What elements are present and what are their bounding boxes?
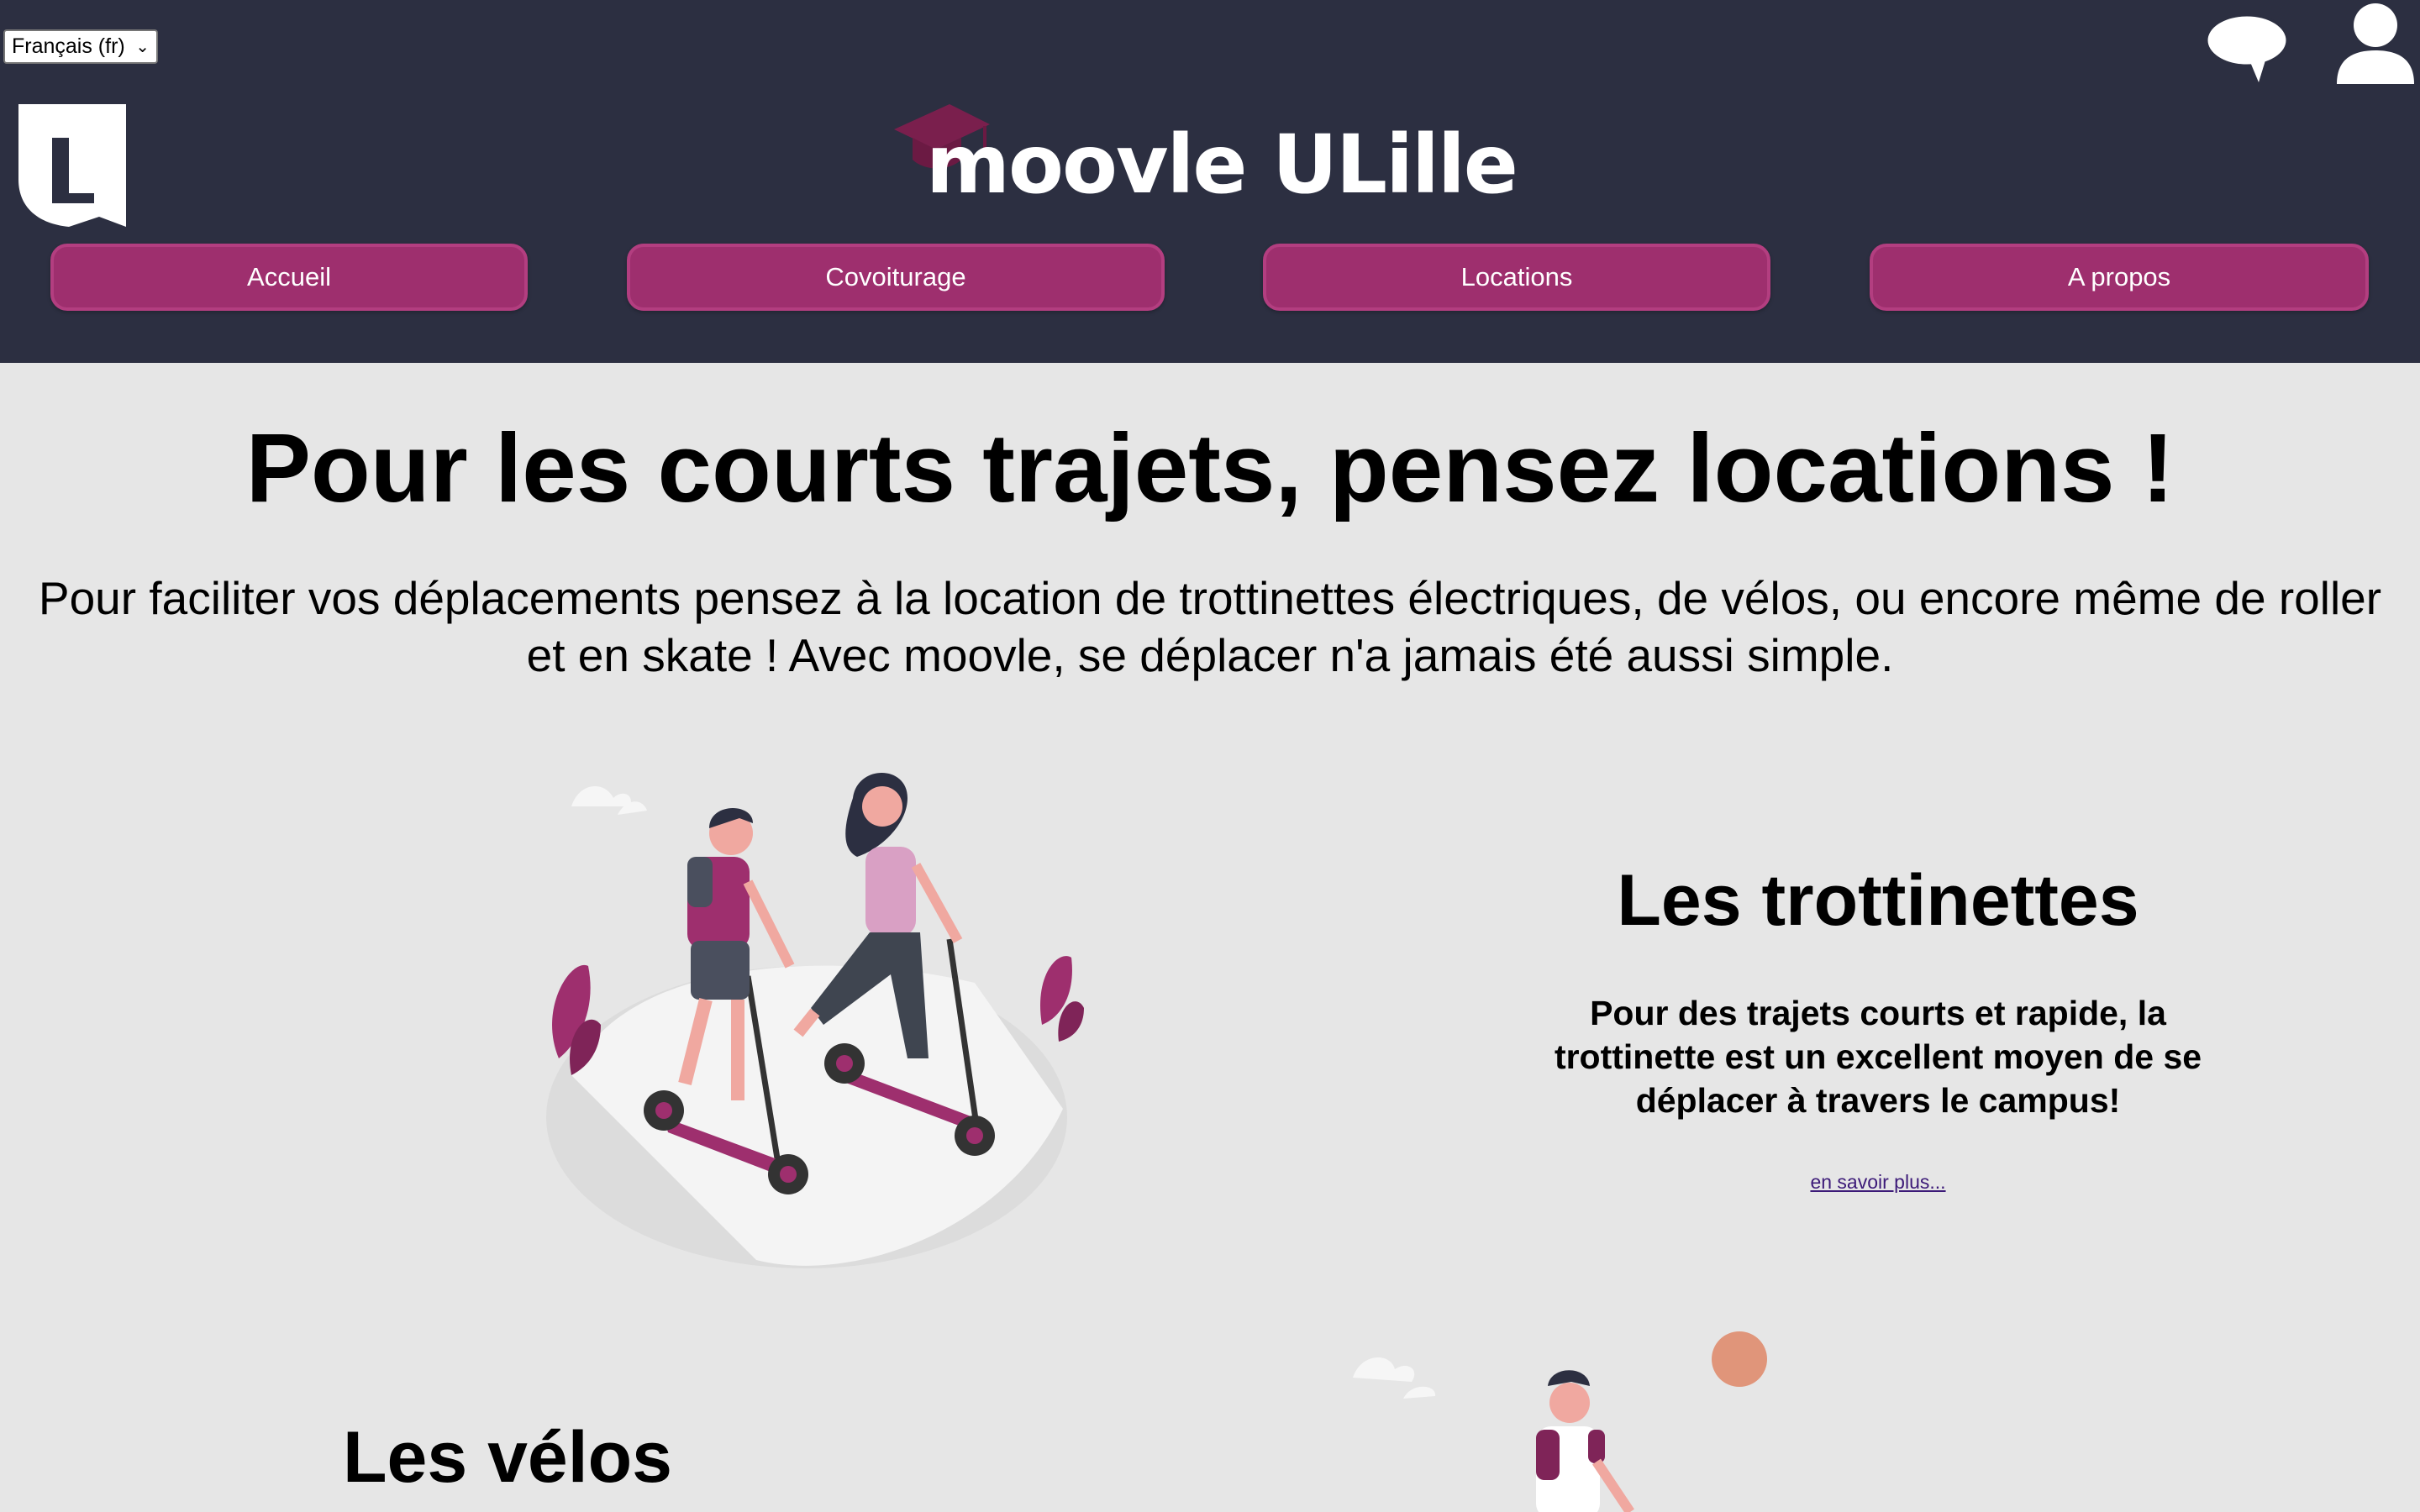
bike-rider-illustration [1353, 1331, 1767, 1512]
ulille-logo[interactable] [18, 104, 126, 227]
en-savoir-plus-link[interactable]: en savoir plus... [1723, 1171, 2033, 1194]
section-title-velos: Les vélos [343, 1417, 672, 1498]
nav-a-propos-button[interactable]: A propos [1870, 244, 2369, 311]
nav-label: Accueil [247, 262, 331, 291]
chevron-down-icon: ⌄ [135, 38, 150, 56]
nav-covoiturage-button[interactable]: Covoiturage [627, 244, 1165, 311]
section-text-trottinettes: Pour des trajets courts et rapide, la tr… [1554, 994, 2202, 1120]
nav-label: A propos [2067, 262, 2171, 291]
user-icon[interactable] [2333, 0, 2417, 84]
nav-locations-button[interactable]: Locations [1263, 244, 1770, 311]
page-title: Pour les courts trajets, pensez location… [245, 413, 2175, 522]
site-header: Français (fr) ⌄ moovle ULille Accueil Co… [0, 0, 2420, 363]
brand-name: moovle ULille [926, 118, 1518, 212]
scooter-riders-illustration [546, 773, 1084, 1268]
brand-logo[interactable]: moovle ULille [891, 101, 1518, 212]
intro-paragraph: Pour faciliter vos déplacements pensez à… [38, 572, 2382, 681]
language-select-value: Français (fr) [12, 34, 125, 58]
nav-label: Locations [1460, 262, 1573, 291]
language-select[interactable]: Français (fr) ⌄ [3, 29, 158, 64]
chat-bubble-icon[interactable] [2203, 10, 2291, 84]
nav-accueil-button[interactable]: Accueil [50, 244, 528, 311]
section-title-trottinettes: Les trottinettes [1617, 860, 2139, 941]
nav-label: Covoiturage [825, 262, 966, 291]
